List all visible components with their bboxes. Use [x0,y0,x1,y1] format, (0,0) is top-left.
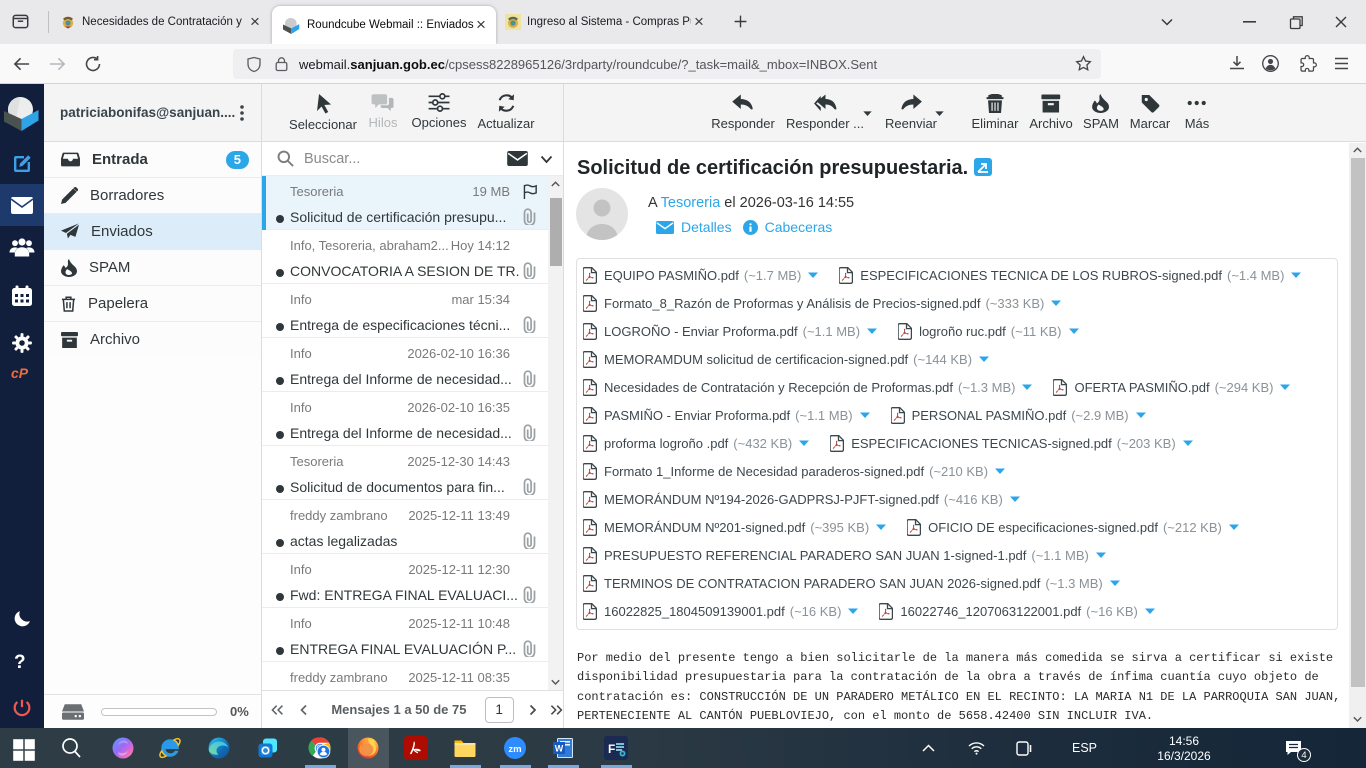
svg-text:F: F [608,742,615,756]
svg-text:W: W [555,744,564,754]
svg-text:zm: zm [508,744,521,755]
